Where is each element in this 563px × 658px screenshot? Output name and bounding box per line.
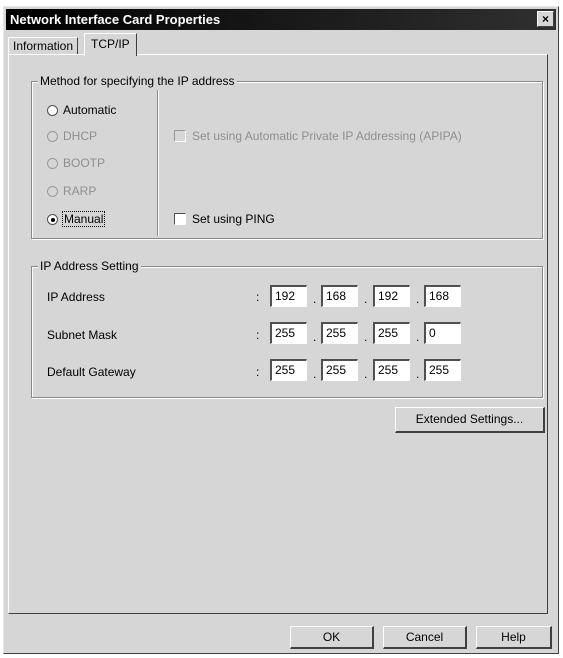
subnet-mask-colon: : [256,328,260,342]
window-title: Network Interface Card Properties [10,12,221,27]
ip-method-group: Method for specifying the IP address Aut… [31,74,543,239]
ping-checkbox-row[interactable]: Set using PING [174,211,275,227]
subnet-mask-dot-3: . [416,330,420,344]
radio-dhcp[interactable]: DHCP [47,128,97,144]
ip-address-octet-4[interactable]: 168 [424,285,461,307]
radio-rarp-circle[interactable] [47,186,58,197]
tab-information-label: Information [13,39,74,53]
radio-dhcp-circle[interactable] [47,131,58,142]
subnet-mask-octet-1[interactable]: 255 [270,322,307,344]
apipa-label: Set using Automatic Private IP Addressin… [192,129,462,143]
ip-settings-legend: IP Address Setting [38,259,141,273]
apipa-checkbox[interactable] [174,130,186,142]
default-gateway-octet-2[interactable]: 255 [321,359,358,381]
radio-bootp[interactable]: BOOTP [47,155,105,171]
cancel-button[interactable]: Cancel [383,626,467,649]
default-gateway-octet-3[interactable]: 255 [373,359,410,381]
default-gateway-colon: : [256,365,260,379]
radio-rarp-label: RARP [63,184,97,198]
radio-dhcp-label: DHCP [63,129,98,143]
radio-automatic[interactable]: Automatic [47,102,116,118]
ip-address-dot-3: . [416,292,420,306]
ip-settings-group: IP Address Setting IP Address : 192 . 16… [31,259,543,398]
radio-automatic-circle[interactable] [47,105,58,116]
default-gateway-dot-1: . [313,367,317,381]
close-icon: × [541,12,549,26]
default-gateway-dot-2: . [364,367,368,381]
close-button[interactable]: × [537,11,554,27]
subnet-mask-dot-1: . [313,330,317,344]
radio-bootp-circle[interactable] [47,158,58,169]
default-gateway-dot-3: . [416,367,420,381]
ip-address-octet-3[interactable]: 192 [373,285,410,307]
subnet-mask-dot-2: . [364,330,368,344]
ok-button[interactable]: OK [290,626,374,649]
ip-address-octet-2[interactable]: 168 [321,285,358,307]
subnet-mask-octet-3[interactable]: 255 [373,322,410,344]
ip-address-dot-1: . [313,292,317,306]
tab-tcpip-label: TCP/IP [91,37,130,51]
default-gateway-octet-4[interactable]: 255 [424,359,461,381]
radio-bootp-label: BOOTP [63,156,106,170]
ip-address-label: IP Address [47,290,105,304]
radio-manual-label: Manual [61,211,106,227]
apipa-checkbox-row[interactable]: Set using Automatic Private IP Addressin… [174,128,462,144]
tcpip-tab-panel: Method for specifying the IP address Aut… [8,54,548,614]
default-gateway-octet-1[interactable]: 255 [270,359,307,381]
default-gateway-label: Default Gateway [47,365,136,379]
subnet-mask-octet-4[interactable]: 0 [424,322,461,344]
title-bar[interactable]: Network Interface Card Properties × [6,9,556,30]
radio-manual[interactable]: Manual [47,211,106,227]
radio-manual-circle[interactable] [47,214,58,225]
extended-settings-button[interactable]: Extended Settings... [395,407,545,433]
ping-label: Set using PING [192,212,275,226]
ip-method-legend: Method for specifying the IP address [38,74,237,88]
help-button[interactable]: Help [476,626,552,649]
subnet-mask-label: Subnet Mask [47,328,118,342]
ip-address-colon: : [256,290,260,304]
ping-checkbox[interactable] [174,213,186,225]
radio-automatic-label: Automatic [63,103,117,117]
ip-address-octet-1[interactable]: 192 [270,285,307,307]
subnet-mask-octet-2[interactable]: 255 [321,322,358,344]
tab-tcpip[interactable]: TCP/IP [84,33,137,56]
group-divider [157,90,159,236]
tab-information[interactable]: Information [8,37,79,55]
radio-rarp[interactable]: RARP [47,183,96,199]
ip-address-dot-2: . [364,292,368,306]
